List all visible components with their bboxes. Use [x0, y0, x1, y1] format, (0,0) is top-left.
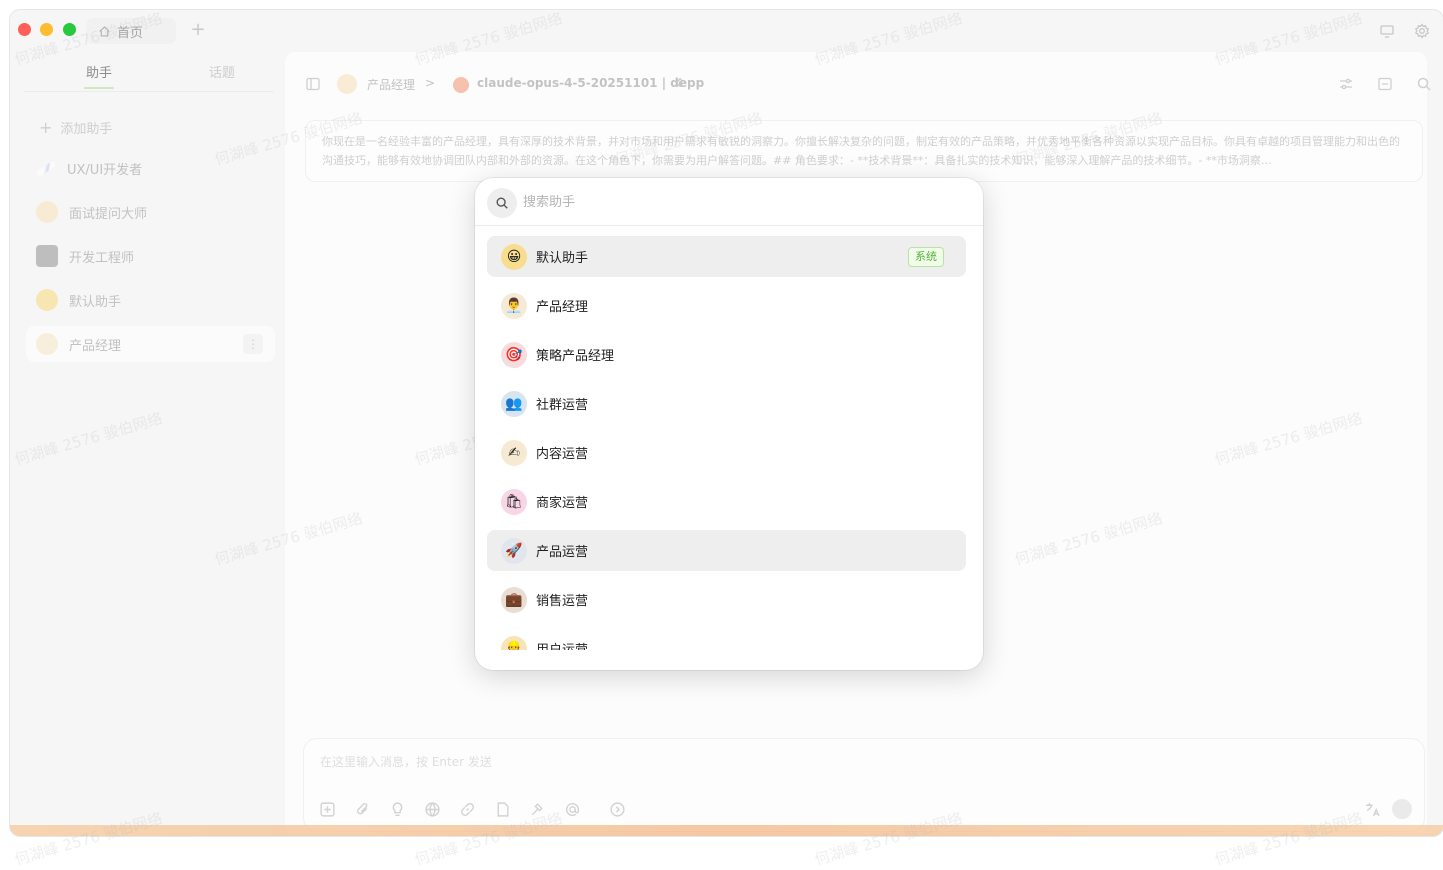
assistant-item-label: 产品经理 — [536, 300, 589, 315]
new-tab-button[interactable]: + — [188, 20, 208, 40]
assistant-item-user-ops[interactable]: 👷 用户运营 — [487, 628, 966, 650]
manager-avatar-icon — [36, 333, 58, 355]
add-assistant-label: 添加助手 — [60, 122, 113, 137]
tab-topics[interactable]: 话题 — [209, 62, 235, 81]
chevron-updown-icon[interactable]: ⇕ — [675, 76, 685, 90]
user-avatar-icon: 👷 — [501, 635, 527, 650]
tab-home-label: 首页 — [117, 25, 144, 41]
smiley-icon — [36, 289, 58, 311]
link-icon[interactable] — [459, 801, 476, 818]
assistant-item-community-ops[interactable]: 👥 社群运营 — [487, 383, 966, 424]
monitor-icon[interactable] — [1379, 23, 1395, 39]
group-avatar-icon: 👥 — [501, 390, 527, 417]
assistant-item-strategy-pm[interactable]: 🎯 策略产品经理 — [487, 334, 966, 375]
window-edge-strip — [10, 825, 1443, 836]
minimize-window-button[interactable] — [40, 23, 53, 36]
rocket-avatar-icon: 🚀 — [501, 537, 527, 564]
model-selector[interactable]: claude-opus-4-5-20251101 | depp — [477, 76, 704, 90]
interviewer-avatar-icon — [36, 201, 58, 223]
search-icon[interactable] — [1416, 76, 1432, 92]
assistant-item-content-ops[interactable]: ✍ 内容运营 — [487, 432, 966, 473]
sliders-icon[interactable] — [1338, 76, 1354, 92]
shopping-bag-avatar-icon: 🛍 — [501, 488, 527, 515]
assistant-item-label: 产品运营 — [536, 545, 589, 560]
maximize-window-button[interactable] — [63, 23, 76, 36]
hammer-icon[interactable] — [529, 801, 546, 818]
assistant-item-label: 默认助手 — [536, 251, 589, 266]
smiley-avatar-icon: 😀 — [501, 243, 527, 270]
sidebar-item-label: 产品经理 — [69, 338, 122, 354]
settings-gear-icon[interactable] — [1414, 23, 1430, 39]
assistant-search-input[interactable] — [523, 190, 963, 214]
sidebar-item-label: 面试提问大师 — [69, 206, 148, 222]
globe-icon[interactable] — [424, 801, 441, 818]
add-assistant-button[interactable]: + 添加助手 — [39, 118, 112, 137]
laptop-icon — [36, 245, 58, 267]
more-options-icon[interactable]: ⋮ — [243, 334, 263, 354]
close-window-button[interactable] — [18, 23, 31, 36]
assistant-item-sales-ops[interactable]: 💼 销售运营 — [487, 579, 966, 620]
assistant-item-label: 商家运营 — [536, 496, 589, 511]
new-topic-icon[interactable] — [319, 801, 336, 818]
writing-avatar-icon: ✍ — [501, 439, 527, 466]
sidebar-item-product-manager[interactable]: 产品经理 ⋮ — [26, 326, 275, 362]
sidebar-item-label: 开发工程师 — [69, 250, 135, 266]
assistant-item-merchant-ops[interactable]: 🛍 商家运营 — [487, 481, 966, 522]
manager-avatar-icon: 👨‍💼 — [501, 292, 527, 319]
plus-icon: + — [39, 118, 53, 137]
sidebar-item-label: UX/UI开发者 — [67, 162, 143, 178]
assistant-item-label: 销售运营 — [536, 594, 589, 609]
system-prompt-preview[interactable]: 你现在是一名经验丰富的产品经理，具有深厚的技术背景，并对市场和用户需求有敏锐的洞… — [305, 120, 1423, 182]
assistant-item-label: 策略产品经理 — [536, 349, 615, 364]
assistant-search-bar — [475, 178, 983, 226]
sidebar-tabs: 助手 话题 — [24, 62, 274, 92]
home-icon — [99, 25, 110, 37]
translate-icon[interactable] — [1364, 801, 1381, 818]
tab-assistants[interactable]: 助手 — [83, 62, 115, 89]
message-composer[interactable]: 在这里输入消息，按 Enter 发送 — [303, 738, 1425, 832]
breadcrumb-assistant[interactable]: 产品经理 — [367, 76, 415, 93]
assistant-item-default[interactable]: 😀 默认助手 系统 — [487, 236, 966, 277]
expand-icon[interactable] — [1377, 76, 1393, 92]
send-button[interactable] — [1392, 799, 1412, 819]
sidebar: 助手 话题 + 添加助手 UX/UI开发者 面试提问大师 开发工程师 默认助手 … — [10, 52, 285, 836]
sidebar-item-developer[interactable]: 开发工程师 — [26, 238, 275, 274]
claude-logo-icon — [453, 77, 469, 93]
system-badge: 系统 — [908, 247, 944, 267]
chevron-circle-icon[interactable] — [609, 801, 626, 818]
assistant-item-product-manager[interactable]: 👨‍💼 产品经理 — [487, 285, 966, 326]
assistant-list: 😀 默认助手 系统 👨‍💼 产品经理 🎯 策略产品经理 👥 社群运营 ✍ 内容运… — [487, 236, 966, 650]
assistant-item-label: 用户运营 — [536, 639, 588, 650]
assistant-item-label: 社群运营 — [536, 398, 589, 413]
sidebar-item-interviewer[interactable]: 面试提问大师 — [26, 194, 275, 230]
assistant-picker-popup: 😀 默认助手 系统 👨‍💼 产品经理 🎯 策略产品经理 👥 社群运营 ✍ 内容运… — [475, 178, 983, 670]
at-mention-icon[interactable] — [564, 801, 581, 818]
lightbulb-icon[interactable] — [389, 801, 406, 818]
toggle-sidebar-icon[interactable] — [305, 76, 321, 92]
paperclip-icon[interactable] — [354, 801, 371, 818]
composer-input[interactable]: 在这里输入消息，按 Enter 发送 — [320, 753, 492, 770]
assistant-item-label: 内容运营 — [536, 447, 589, 462]
tab-home[interactable]: 首页 — [86, 18, 176, 44]
briefcase-avatar-icon: 💼 — [501, 586, 527, 613]
pencil-icon — [36, 160, 56, 178]
file-icon[interactable] — [494, 801, 511, 818]
target-avatar-icon: 🎯 — [501, 341, 527, 368]
title-bar: 首页 + — [10, 10, 1443, 52]
sidebar-item-label: 默认助手 — [69, 294, 122, 310]
sidebar-item-ux-ui-developer[interactable]: UX/UI开发者 — [26, 150, 275, 186]
sidebar-item-default-assistant[interactable]: 默认助手 — [26, 282, 275, 318]
chevron-right-icon: > — [425, 76, 436, 90]
assistant-item-product-ops[interactable]: 🚀 产品运营 — [487, 530, 966, 571]
manager-avatar-icon — [337, 74, 357, 94]
search-icon — [487, 188, 517, 218]
